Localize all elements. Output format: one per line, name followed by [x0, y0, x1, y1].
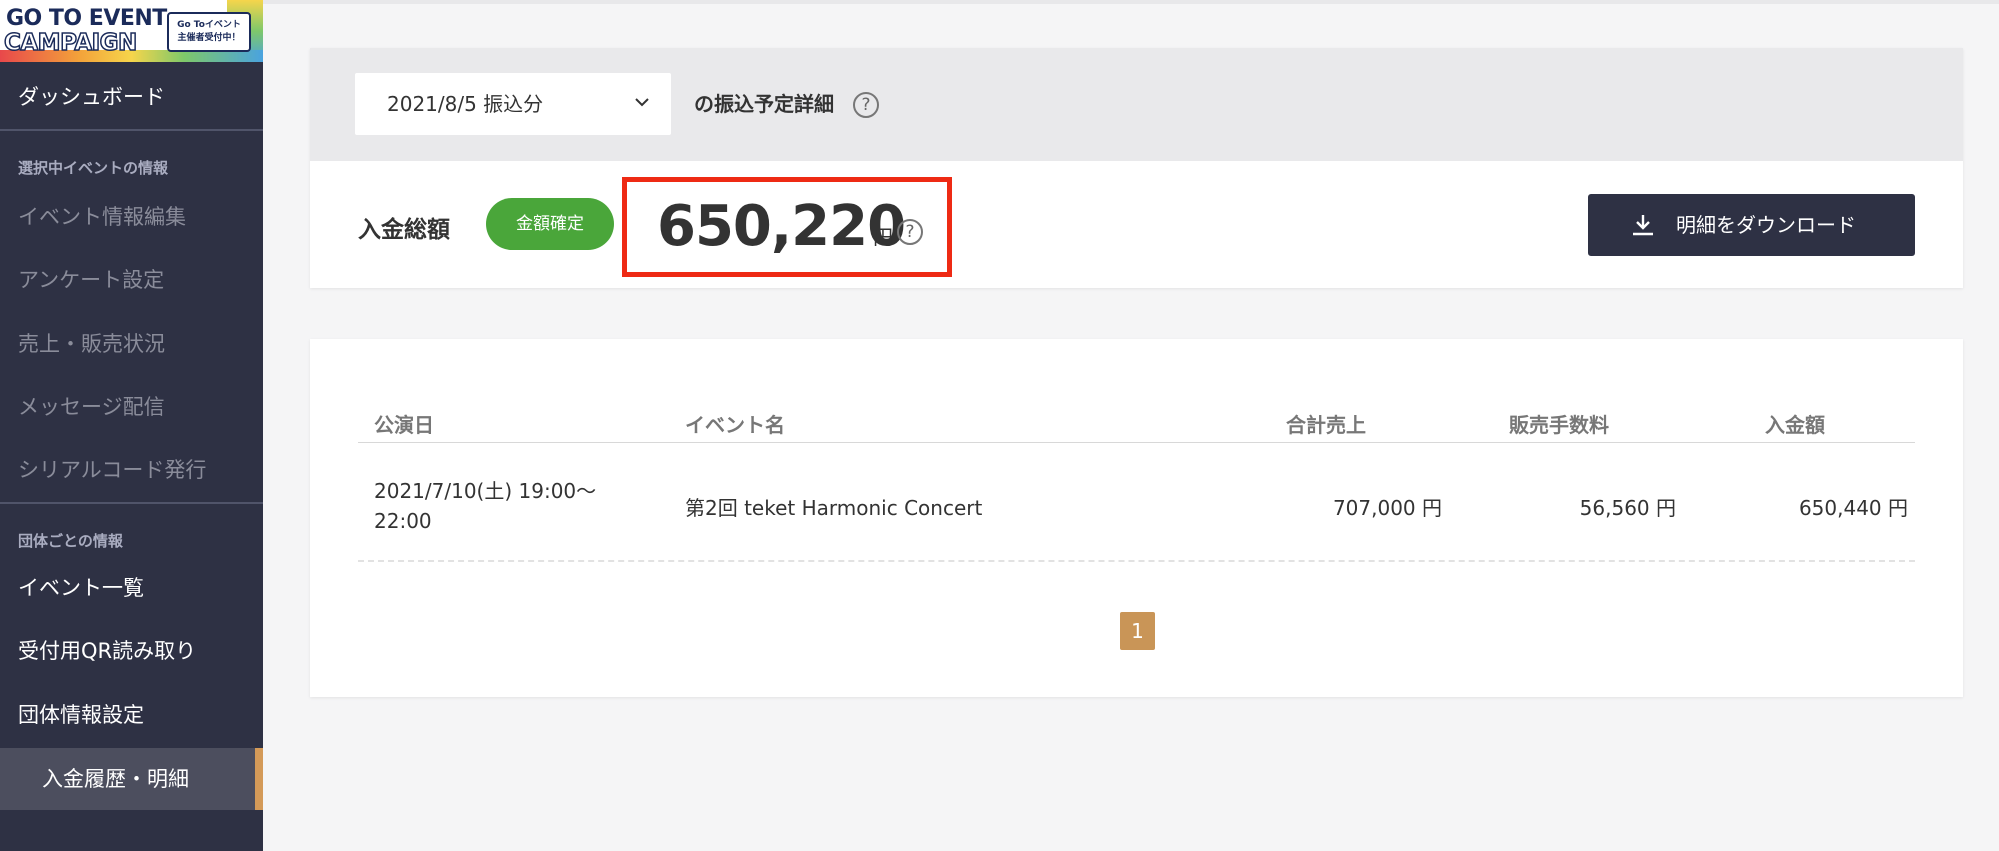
row-total-sales: 707,000 円: [1332, 496, 1442, 520]
column-header-date: 公演日: [374, 413, 434, 437]
status-badge: 金額確定: [486, 198, 614, 250]
sidebar-item-survey[interactable]: アンケート設定: [0, 249, 263, 311]
question-circle-icon[interactable]: ?: [853, 92, 879, 118]
column-header-total-sales: 合計売上: [1286, 413, 1366, 437]
sidebar-item-dashboard[interactable]: ダッシュボード: [0, 66, 263, 128]
banner-badge: Go Toイベント 主催者受付中！: [167, 12, 251, 52]
sidebar-divider: [0, 502, 263, 504]
row-date-line2: 22:00: [374, 509, 432, 533]
column-header-fee: 販売手数料: [1509, 413, 1609, 437]
row-deposit: 650,440 円: [1798, 496, 1908, 520]
transfer-detail-heading: の振込予定詳細: [694, 92, 834, 116]
total-amount-highlight: 650,220 円 ?: [622, 177, 952, 277]
banner-badge-line2: 主催者受付中！: [177, 33, 241, 43]
sidebar-section-event: 選択中イベントの情報: [18, 159, 169, 177]
pagination-page-1[interactable]: 1: [1120, 612, 1155, 650]
banner-badge-line1: Go Toイベント: [177, 20, 241, 30]
sidebar: GO TO EVENT CAMPAIGN Go Toイベント 主催者受付中！ ダ…: [0, 0, 263, 851]
download-statement-button[interactable]: 明細をダウンロード: [1588, 194, 1915, 256]
table-row-divider: [358, 560, 1915, 562]
row-fee: 56,560 円: [1579, 496, 1676, 520]
sidebar-item-serial-code[interactable]: シリアルコード発行: [0, 439, 263, 501]
download-icon: [1633, 215, 1653, 236]
banner-title-line1: GO TO EVENT: [6, 6, 167, 31]
summary-header: 2021/8/5 振込分 の振込予定詳細 ?: [310, 48, 1963, 161]
column-header-deposit: 入金額: [1765, 413, 1825, 437]
sidebar-item-messages[interactable]: メッセージ配信: [0, 376, 263, 438]
download-button-label: 明細をダウンロード: [1676, 213, 1856, 237]
banner-title-line2: CAMPAIGN: [3, 29, 138, 57]
sidebar-item-sales[interactable]: 売上・販売状況: [0, 313, 263, 375]
column-header-event-name: イベント名: [685, 413, 785, 437]
payment-summary-card: 2021/8/5 振込分 の振込予定詳細 ? 入金総額 金額確定 650,220…: [310, 48, 1963, 288]
table-header-divider: [358, 442, 1915, 443]
question-circle-icon[interactable]: ?: [897, 219, 923, 245]
total-amount: 650,220: [657, 194, 906, 259]
chevron-down-icon: [635, 98, 649, 107]
deposit-table-card: 公演日 イベント名 合計売上 販売手数料 入金額 2021/7/10(土) 19…: [310, 339, 1963, 697]
sidebar-item-group-settings[interactable]: 団体情報設定: [0, 684, 263, 746]
sidebar-section-group: 団体ごとの情報: [18, 532, 123, 550]
transfer-date-select[interactable]: 2021/8/5 振込分: [355, 73, 671, 135]
sidebar-divider: [0, 129, 263, 131]
top-bar: [263, 0, 1999, 4]
sidebar-item-event-list[interactable]: イベント一覧: [0, 557, 263, 619]
transfer-date-value: 2021/8/5 振込分: [387, 92, 544, 116]
amount-unit: 円: [873, 225, 893, 249]
row-date-line1: 2021/7/10(土) 19:00〜: [374, 479, 597, 503]
total-deposit-label: 入金総額: [358, 217, 450, 243]
sidebar-item-event-edit[interactable]: イベント情報編集: [0, 186, 263, 248]
sidebar-item-payment-history[interactable]: 入金履歴・明細: [0, 748, 263, 810]
row-event-name: 第2回 teket Harmonic Concert: [685, 496, 983, 520]
sidebar-item-qr-reader[interactable]: 受付用QR読み取り: [0, 620, 263, 682]
go-to-event-campaign-banner[interactable]: GO TO EVENT CAMPAIGN Go Toイベント 主催者受付中！: [0, 0, 263, 62]
